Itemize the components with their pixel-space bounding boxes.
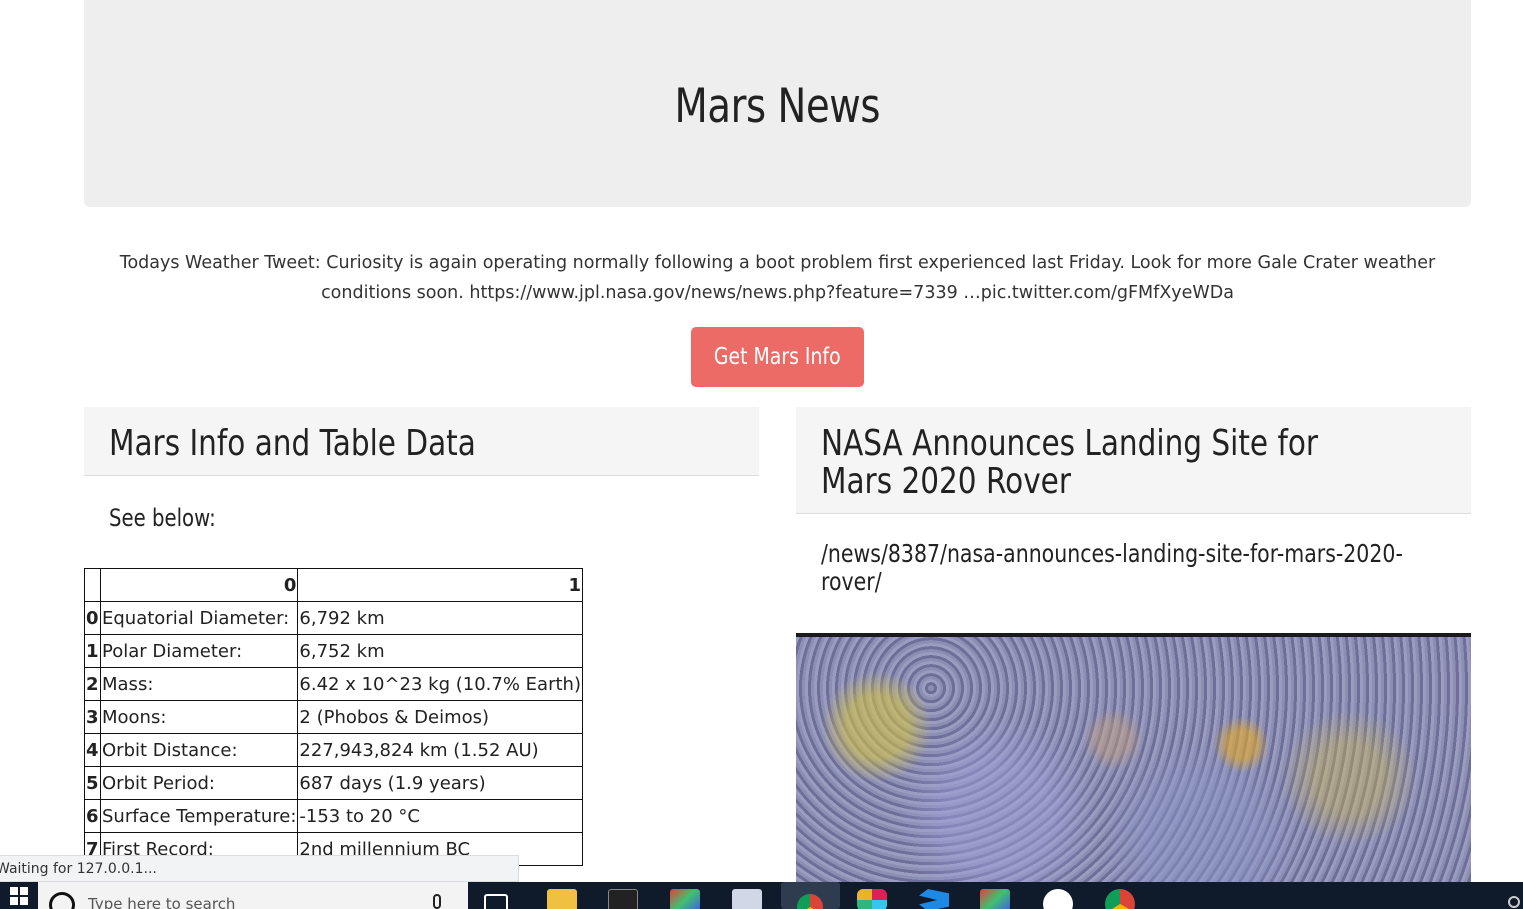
taskbar-search-placeholder: Type here to search [88, 895, 236, 909]
file-explorer-icon[interactable] [547, 889, 577, 909]
row-value: 2 (Phobos & Deimos) [297, 700, 583, 734]
news-panel: NASA Announces Landing Site for Mars 202… [796, 407, 1471, 893]
vscode-icon[interactable] [919, 889, 949, 909]
table-header-index [84, 568, 101, 602]
taskbar-search-box[interactable]: Type here to search [38, 882, 468, 909]
row-index: 1 [84, 634, 101, 668]
table-header-col-1: 1 [297, 568, 583, 602]
search-icon [49, 892, 75, 909]
table-row: 4 Orbit Distance: 227,943,824 km (1.52 AU) [84, 733, 583, 767]
row-index: 5 [84, 766, 101, 800]
windows-taskbar: Type here to search [0, 882, 1523, 909]
table-row: 1 Polar Diameter: 6,752 km [84, 634, 583, 668]
row-value: 687 days (1.9 years) [297, 766, 583, 800]
microphone-icon[interactable] [433, 894, 441, 909]
windows-start-icon[interactable] [0, 882, 38, 909]
row-value: 6.42 x 10^23 kg (10.7% Earth) [297, 667, 583, 701]
row-index: 4 [84, 733, 101, 767]
browser-status-bar: Waiting for 127.0.0.1... [0, 855, 519, 882]
row-label: Orbit Period: [99, 766, 299, 800]
people-icon[interactable] [1508, 896, 1520, 908]
row-label: Polar Diameter: [99, 634, 299, 668]
row-label: Orbit Distance: [99, 733, 299, 767]
table-row: 0 Equatorial Diameter: 6,792 km [84, 601, 583, 635]
table-row: 6 Surface Temperature: -153 to 20 °C [84, 799, 583, 833]
table-header-row: 0 1 [84, 568, 583, 602]
row-value: -153 to 20 °C [297, 799, 583, 833]
row-index: 2 [84, 667, 101, 701]
chrome-active-tab[interactable] [781, 882, 840, 909]
remote-desktop-icon[interactable] [732, 889, 762, 909]
get-mars-info-label: Get Mars Info [714, 344, 841, 370]
row-index: 0 [84, 601, 101, 635]
table-row: 5 Orbit Period: 687 days (1.9 years) [84, 766, 583, 800]
featured-mars-image [796, 633, 1471, 893]
mars-info-title: Mars Info and Table Data [109, 423, 476, 464]
status-text: Waiting for 127.0.0.1... [0, 861, 157, 877]
mars-facts-table: 0 1 0 Equatorial Diameter: 6,792 km 1 Polar… [84, 568, 583, 866]
table-row: 3 Moons: 2 (Phobos & Deimos) [84, 700, 583, 734]
jumbotron-header: Mars News [84, 0, 1471, 207]
chrome-icon [797, 894, 823, 909]
page-title: Mars News [674, 79, 881, 134]
row-label: Equatorial Diameter: [99, 601, 299, 635]
news-title: NASA Announces Landing Site for Mars 202… [821, 423, 1319, 502]
git-kraken-icon[interactable] [980, 889, 1010, 909]
mars-info-panel-heading: Mars Info and Table Data [84, 407, 759, 476]
row-label: Moons: [99, 700, 299, 734]
table-row: 2 Mass: 6.42 x 10^23 kg (10.7% Earth) [84, 667, 583, 701]
table-header-col-0: 0 [99, 568, 299, 602]
row-index: 3 [84, 700, 101, 734]
terminal-icon[interactable] [608, 889, 638, 909]
row-label: Mass: [99, 667, 299, 701]
slack-icon[interactable] [857, 889, 887, 909]
news-panel-heading: NASA Announces Landing Site for Mars 202… [796, 407, 1471, 514]
git-kraken-icon[interactable] [670, 889, 700, 909]
mongodb-compass-icon[interactable] [1043, 889, 1073, 909]
row-value: 6,792 km [297, 601, 583, 635]
weather-tweet: Todays Weather Tweet: Curiosity is again… [119, 253, 1436, 303]
news-link[interactable]: /news/8387/nasa-announces-landing-site-f… [821, 540, 1444, 596]
task-view-icon[interactable] [484, 894, 508, 909]
chrome-icon[interactable] [1105, 889, 1135, 909]
see-below-text: See below: [109, 504, 216, 532]
row-value: 6,752 km [297, 634, 583, 668]
get-mars-info-button[interactable]: Get Mars Info [691, 327, 864, 387]
row-value: 227,943,824 km (1.52 AU) [297, 733, 583, 767]
row-label: Surface Temperature: [99, 799, 299, 833]
row-index: 6 [84, 799, 101, 833]
